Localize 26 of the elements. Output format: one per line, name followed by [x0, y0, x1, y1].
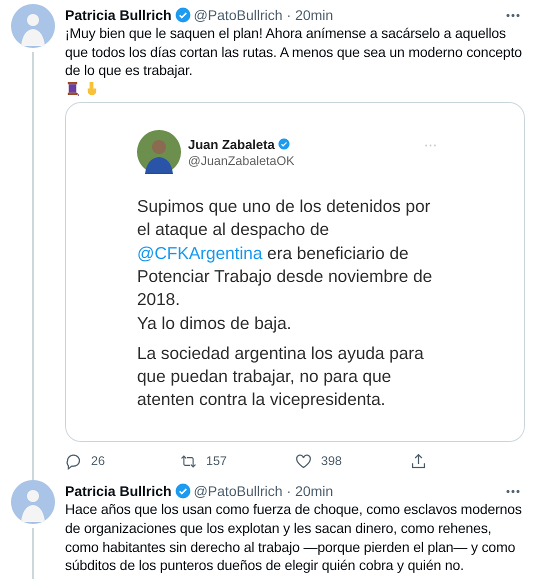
heart-icon[interactable]	[295, 452, 312, 470]
author-handle: @JuanZabaletaOK	[188, 154, 295, 168]
author-handle[interactable]: @PatoBullrich	[194, 7, 283, 23]
quoted-text: Ya lo dimos de baja.	[137, 312, 292, 335]
reply-count: 26	[91, 454, 105, 468]
tweet-time[interactable]: · 20min	[286, 7, 334, 23]
quoted-text: La sociedad argentina los ayuda para que puedan trabajar, no para que atenten contra la vicepresidenta.	[137, 342, 425, 412]
author-name[interactable]: Patricia Bullrich	[65, 483, 172, 500]
author-name: Juan Zabaleta	[188, 136, 275, 152]
tweet-time[interactable]: · 20min	[286, 483, 334, 500]
tweet-text: Hace años que los usan como fuerza de choque, como esclavos modernos de organizaciones que los explotan y les sacan dinero, como rehenes, como habitantes sin derecho al trabajo —porque pierden el plan— y como súbditos de los punteros dueños de elegir quién cobra y quién no.	[65, 500, 523, 575]
more-icon	[424, 142, 437, 148]
quoted-text: Supimos que uno de los detenidos por el ataque al despacho de @CFKArgentina era beneficiario de Potenciar Trabajo desde noviembre de 2018.	[137, 195, 434, 312]
spool-icon	[65, 81, 80, 96]
share-icon[interactable]	[410, 452, 427, 470]
author-name[interactable]: Patricia Bullrich	[65, 7, 172, 23]
quoted-tweet-card[interactable]	[65, 102, 525, 442]
more-icon[interactable]	[505, 488, 521, 494]
retweet-icon[interactable]	[180, 452, 197, 470]
avatar	[137, 130, 181, 174]
reply-icon[interactable]	[65, 452, 82, 470]
tweet-text: ¡Muy bien que le saquen el plan! Ahora anímense a sacárselo a aquellos que todos los días cortan las rutas. A menos que sea un moderno concepto de lo que es trabajar.	[65, 24, 523, 80]
author-handle[interactable]: @PatoBullrich	[194, 483, 283, 500]
like-count: 398	[321, 454, 342, 468]
retweet-count: 157	[206, 454, 227, 468]
more-icon[interactable]	[505, 12, 521, 18]
